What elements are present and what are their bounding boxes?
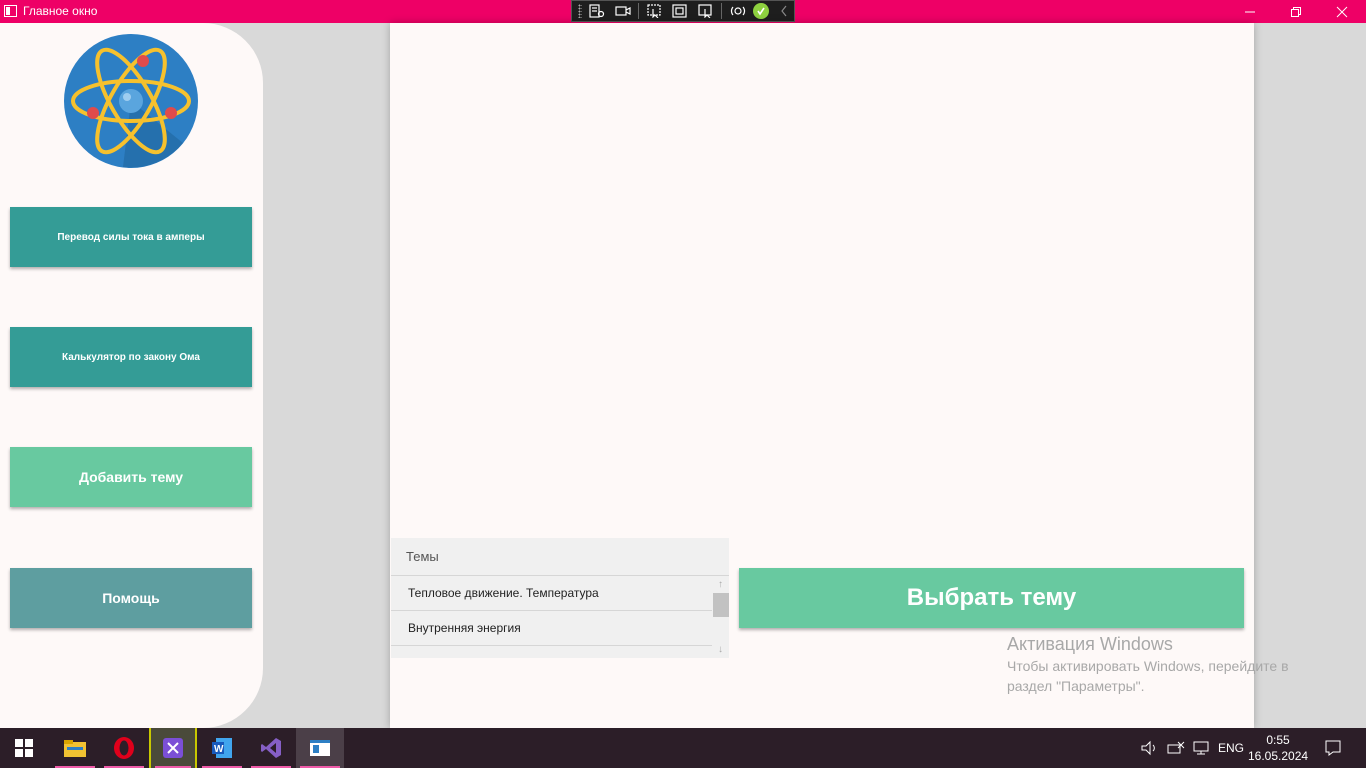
opera-icon xyxy=(114,737,134,759)
display-layout-adorners-icon[interactable] xyxy=(671,2,690,20)
file-explorer-icon xyxy=(64,740,86,757)
toolbar-separator xyxy=(721,3,723,19)
scroll-down-icon[interactable]: ↓ xyxy=(712,641,729,658)
network-disconnected-icon[interactable] xyxy=(1166,740,1186,756)
visual-studio-button[interactable] xyxy=(247,728,295,768)
app-window-icon xyxy=(310,740,330,756)
list-item[interactable]: Внутренняя энергия xyxy=(391,611,729,646)
activation-line-2: раздел "Параметры". xyxy=(1007,678,1145,694)
restore-icon xyxy=(1291,6,1301,17)
hot-reload-status-icon xyxy=(753,3,769,19)
topics-header: Темы xyxy=(391,538,729,576)
ohm-law-calculator-button[interactable]: Калькулятор по закону Ома xyxy=(10,327,252,387)
clock-date: 16.05.2024 xyxy=(1248,749,1309,763)
activation-line-1: Чтобы активировать Windows, перейдите в xyxy=(1007,658,1289,674)
close-button[interactable] xyxy=(1319,0,1365,23)
word-icon: W xyxy=(212,738,232,758)
start-icon xyxy=(15,739,33,757)
main-content: Темы Тепловое движение. Температура Внут… xyxy=(390,23,1254,728)
app-window-button[interactable] xyxy=(296,728,344,768)
file-explorer-button[interactable] xyxy=(51,728,99,768)
video-icon[interactable] xyxy=(613,2,632,20)
hot-reload-icon[interactable] xyxy=(728,2,747,20)
visual-studio-preview-icon xyxy=(163,738,183,758)
notification-icon xyxy=(1325,740,1341,756)
convert-current-button[interactable]: Перевод силы тока в амперы xyxy=(10,207,252,267)
visual-studio-icon xyxy=(261,738,281,758)
taskbar: W ENG 0:55 16.05.2024 xyxy=(0,728,1366,768)
topics-list[interactable]: Темы Тепловое движение. Температура Внут… xyxy=(391,538,729,658)
collapse-toolbar-icon[interactable] xyxy=(775,2,794,20)
topics-scrollbar[interactable]: ↑ ↓ xyxy=(712,576,729,658)
add-topic-button[interactable]: Добавить тему xyxy=(10,447,252,507)
list-item-partial[interactable] xyxy=(391,646,729,658)
xaml-debug-toolbar xyxy=(571,0,795,22)
choose-topic-button[interactable]: Выбрать тему xyxy=(739,568,1244,628)
volume-icon[interactable] xyxy=(1140,740,1160,756)
clock-time: 0:55 xyxy=(1266,733,1290,747)
input-language[interactable]: ENG xyxy=(1218,741,1244,755)
display-icon[interactable] xyxy=(1192,740,1212,756)
notifications-button[interactable] xyxy=(1310,728,1356,768)
live-visual-tree-icon[interactable] xyxy=(588,2,607,20)
start-button[interactable] xyxy=(0,728,48,768)
list-item[interactable]: Тепловое движение. Температура xyxy=(391,576,729,611)
toolbar-separator xyxy=(638,3,640,19)
opera-button[interactable] xyxy=(100,728,148,768)
activation-title: Активация Windows xyxy=(1007,634,1173,654)
help-button[interactable]: Помощь xyxy=(10,568,252,628)
toolbar-grip[interactable] xyxy=(578,4,582,18)
select-element-icon[interactable] xyxy=(645,2,664,20)
windows-activation-watermark: Активация Windows Чтобы активировать Win… xyxy=(1007,633,1327,696)
close-icon xyxy=(1336,6,1348,17)
atom-logo-icon xyxy=(64,34,198,168)
svg-text:W: W xyxy=(214,744,224,755)
sidebar: Перевод силы тока в амперы Калькулятор п… xyxy=(0,23,263,728)
word-button[interactable]: W xyxy=(198,728,246,768)
window-title: Главное окно xyxy=(23,4,98,18)
visual-studio-preview-button[interactable] xyxy=(149,728,197,768)
scroll-up-icon[interactable]: ↑ xyxy=(712,576,729,593)
window-app-icon xyxy=(4,5,17,17)
minimize-button[interactable] xyxy=(1227,0,1273,23)
track-focus-icon[interactable] xyxy=(696,2,715,20)
scroll-thumb[interactable] xyxy=(713,593,729,617)
clock[interactable]: 0:55 16.05.2024 xyxy=(1248,732,1308,764)
system-tray: ENG xyxy=(1140,728,1244,768)
minimize-icon xyxy=(1245,11,1255,12)
maximize-button[interactable] xyxy=(1273,0,1319,23)
